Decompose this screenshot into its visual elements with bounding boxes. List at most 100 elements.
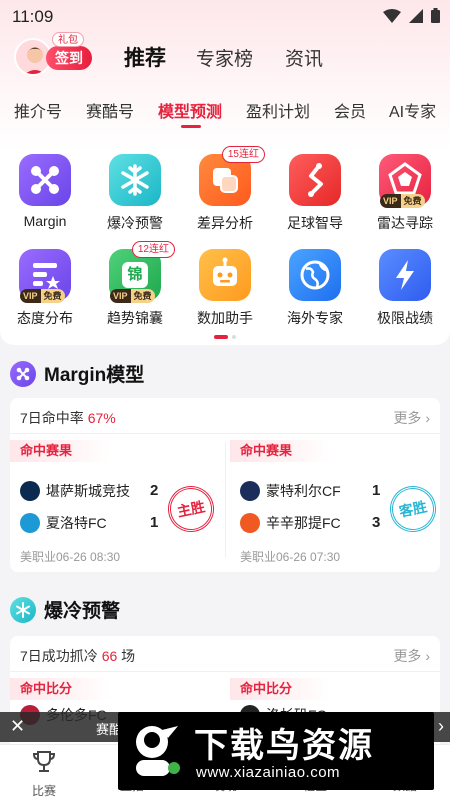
grid-item-cold-warning[interactable]: 爆冷预警 [95, 154, 175, 233]
bird-logo-icon [136, 726, 180, 776]
snowflake-icon [109, 154, 161, 206]
battery-icon [431, 8, 440, 23]
tab-recommend[interactable]: 推荐 [124, 42, 166, 72]
away-score: 1 [150, 514, 159, 531]
vip-free-badge: VIP 免费 [380, 194, 425, 208]
header: 签到 礼包 推荐 专家榜 资讯 [0, 32, 450, 84]
vip-free-badge: VIP 免费 [110, 289, 155, 303]
grid-label: Margin [23, 213, 67, 229]
hit-label: 命中比分 [230, 678, 330, 700]
trend-bag-glyph: 锦 [122, 262, 148, 288]
page-dot [232, 335, 236, 339]
divider [225, 442, 226, 558]
match-meta: 美职业06-26 08:30 [20, 550, 121, 564]
subtab-saiku[interactable]: 赛酷号 [86, 98, 134, 122]
subtab-profit-plan[interactable]: 盈利计划 [246, 98, 310, 122]
subtab-model[interactable]: 模型预测 [158, 98, 222, 122]
grid-item-extreme[interactable]: 极限战绩 [365, 249, 445, 328]
more-link[interactable]: 更多 › [393, 408, 430, 428]
result-stamp: 主胜 [163, 481, 219, 537]
home-score: 2 [150, 482, 159, 499]
robot-icon [199, 249, 251, 301]
grid-label: 爆冷预警 [107, 215, 163, 231]
hit-label: 命中赛果 [230, 440, 330, 462]
cold-section-title: 爆冷预警 [10, 596, 120, 623]
hit-label: 命中赛果 [10, 440, 110, 462]
status-time: 11:09 [12, 7, 54, 26]
grid-label: 雷达寻踪 [377, 215, 433, 231]
subtab-ai-expert[interactable]: AI专家 [389, 98, 436, 122]
status-bar: 11:09 [0, 0, 450, 32]
tab-news[interactable]: 资讯 [285, 44, 323, 71]
match-card[interactable]: 命中赛果 蒙特利尔CF 1 辛辛那提FC 3 客胜 美职业06-26 07:30 [230, 434, 440, 572]
grid-label: 趋势锦囊 [107, 310, 163, 326]
margin-card: 7日命中率 67% 更多 › 命中赛果 堪萨斯城竞技 2 夏洛特FC 1 主胜 … [10, 398, 440, 572]
margin-section-title: Margin模型 [10, 360, 144, 387]
hit-label: 命中比分 [10, 678, 110, 700]
signin-button[interactable]: 签到 [46, 46, 92, 70]
home-team: 蒙特利尔CF [240, 478, 341, 504]
close-icon[interactable]: ✕ [10, 716, 25, 737]
grid-item-attitude[interactable]: VIP 免费 态度分布 [5, 249, 85, 328]
watermark-title: 下载鸟资源 [194, 727, 374, 765]
grid-item-radar[interactable]: VIP 免费 雷达寻踪 [365, 154, 445, 233]
more-link[interactable]: 更多 › [393, 646, 430, 666]
card-header: 7日命中率 67% 更多 › [10, 398, 440, 434]
nav-match[interactable]: 比赛 [14, 749, 74, 799]
card-header: 7日成功抓冷 66 场 更多 › [10, 636, 440, 672]
away-team: 辛辛那提FC [240, 510, 341, 536]
grid-item-football-guide[interactable]: 足球智导 [275, 154, 355, 233]
grid-item-overseas[interactable]: 海外专家 [275, 249, 355, 328]
chevron-right-icon[interactable]: › [438, 716, 444, 737]
grid-item-margin[interactable]: Margin [5, 154, 85, 229]
page-indicator [214, 335, 236, 339]
status-icons [383, 8, 440, 23]
radar-icon: VIP 免费 [379, 154, 431, 208]
section-title-text: Margin模型 [44, 365, 145, 386]
hit-rate: 7日命中率 67% [20, 410, 116, 426]
subtab-member[interactable]: 会员 [334, 98, 366, 122]
sub-tab-bar: 推介号 赛酷号 模型预测 盈利计划 会员 AI专家 [0, 94, 450, 130]
margin-icon [10, 360, 36, 387]
team-logo-icon [20, 481, 40, 501]
grid-label: 极限战绩 [377, 310, 433, 326]
subtab-tuijie[interactable]: 推介号 [14, 98, 62, 122]
page-dot-active [214, 335, 228, 339]
watermark: 下载鸟资源 www.xiazainiao.com [118, 712, 434, 790]
attitude-icon: VIP 免费 [19, 249, 71, 303]
grid-item-assistant[interactable]: 数加助手 [185, 249, 265, 328]
streak-badge: 15连红 [221, 146, 265, 163]
home-score: 1 [372, 482, 381, 499]
section-title-text: 爆冷预警 [44, 601, 121, 622]
away-team: 夏洛特FC [20, 510, 107, 536]
signal-icon [409, 8, 423, 23]
grid-label: 数加助手 [197, 310, 253, 326]
lightning-icon [379, 249, 431, 301]
diff-icon: 15连红 [199, 146, 265, 206]
watermark-url: www.xiazainiao.com [196, 764, 341, 781]
streak-badge: 12连红 [131, 241, 175, 258]
margin-icon [19, 154, 71, 206]
away-score: 3 [372, 514, 381, 531]
nav-label: 比赛 [31, 784, 56, 798]
grid-label: 差异分析 [197, 215, 253, 231]
globe-icon [289, 249, 341, 301]
top-panel: 11:09 签到 礼包 推荐 专家榜 资讯 推介号 赛酷号 模型预测 盈利计划 … [0, 0, 450, 345]
trophy-icon [32, 751, 56, 772]
result-stamp: 客胜 [385, 481, 440, 537]
subtab-underline [181, 125, 201, 128]
team-logo-icon [20, 513, 40, 533]
grid-label: 态度分布 [17, 310, 73, 326]
trend-bag-icon: 锦 12连红 VIP 免费 [109, 241, 175, 303]
cold-rate: 7日成功抓冷 66 场 [20, 648, 136, 664]
wifi-icon [383, 8, 401, 23]
grid-label: 足球智导 [287, 215, 343, 231]
football-guide-icon [289, 154, 341, 206]
vip-free-badge: VIP 免费 [20, 289, 65, 303]
grid-item-diff-analysis[interactable]: 15连红 差异分析 [185, 146, 265, 233]
match-card[interactable]: 命中赛果 堪萨斯城竞技 2 夏洛特FC 1 主胜 美职业06-26 08:30 [10, 434, 220, 572]
team-logo-icon [240, 513, 260, 533]
grid-item-trend-bag[interactable]: 锦 12连红 VIP 免费 趋势锦囊 [95, 241, 175, 328]
tab-expert-rank[interactable]: 专家榜 [196, 44, 253, 71]
team-logo-icon [240, 481, 260, 501]
